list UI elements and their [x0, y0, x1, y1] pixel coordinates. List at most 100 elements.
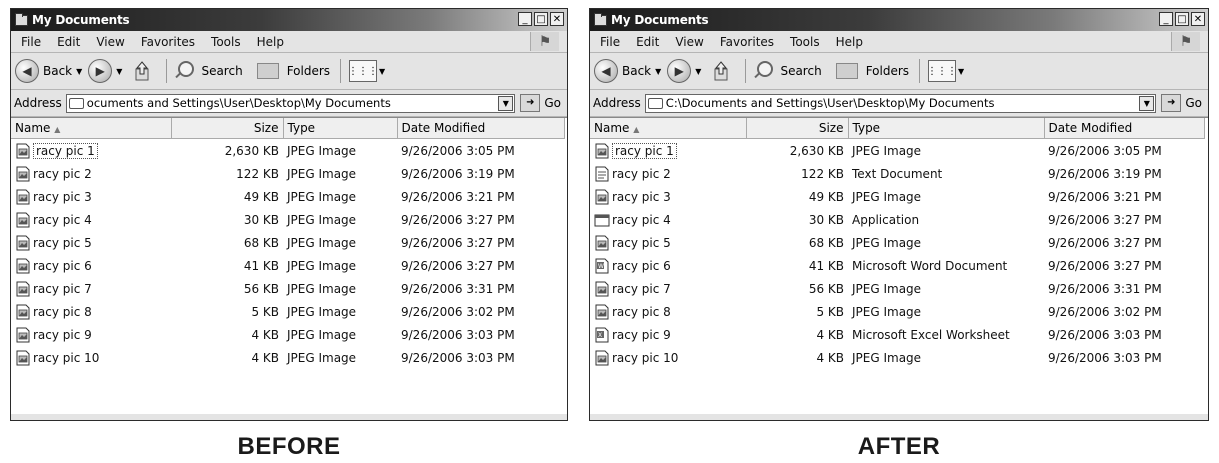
address-dropdown-icon[interactable]: ▼ [1139, 95, 1155, 111]
folders-button-label[interactable]: Folders [866, 64, 909, 78]
file-name[interactable]: racy pic 8 [594, 304, 742, 320]
file-name[interactable]: Xracy pic 9 [594, 327, 742, 343]
title-bar[interactable]: My Documents _ □ ✕ [590, 9, 1208, 31]
file-row[interactable]: Wracy pic 6 41 KB Microsoft Word Document 9… [590, 254, 1204, 277]
menu-view[interactable]: View [667, 35, 711, 49]
menu-favorites[interactable]: Favorites [133, 35, 203, 49]
file-name[interactable]: racy pic 9 [15, 327, 167, 343]
search-button-label[interactable]: Search [780, 64, 821, 78]
file-row[interactable]: racy pic 6 41 KB JPEG Image 9/26/2006 3:27 … [11, 254, 564, 277]
file-row[interactable]: racy pic 3 49 KB JPEG Image 9/26/2006 3:21 … [590, 185, 1204, 208]
menu-help[interactable]: Help [249, 35, 292, 49]
file-row[interactable]: racy pic 1 2,630 KB JPEG Image 9/26/2006 3:… [590, 139, 1204, 163]
file-name[interactable]: racy pic 2 [594, 166, 742, 182]
file-name-cell[interactable]: racy pic 5 [11, 231, 171, 254]
views-dropdown-icon[interactable]: ▼ [379, 67, 385, 76]
close-button[interactable]: ✕ [1191, 12, 1205, 26]
file-row[interactable]: racy pic 4 30 KB Application 9/26/2006 3:27… [590, 208, 1204, 231]
column-name[interactable]: Name ▲ [11, 118, 172, 139]
file-name[interactable]: racy pic 7 [594, 281, 742, 297]
file-row[interactable]: racy pic 2 122 KB Text Document 9/26/2006 3… [590, 162, 1204, 185]
file-row[interactable]: racy pic 1 2,630 KB JPEG Image 9/26/2006 3:… [11, 139, 564, 163]
file-name[interactable]: racy pic 6 [15, 258, 167, 274]
folders-button-label[interactable]: Folders [287, 64, 330, 78]
file-name-cell[interactable]: racy pic 4 [11, 208, 171, 231]
file-name[interactable]: racy pic 1 [594, 142, 742, 159]
forward-arrow-icon[interactable]: ▶ [88, 59, 113, 83]
column-type[interactable]: Type [848, 118, 1045, 139]
menu-help[interactable]: Help [828, 35, 871, 49]
forward-dropdown-icon[interactable]: ▼ [695, 67, 701, 76]
file-name-cell[interactable]: racy pic 2 [590, 162, 746, 185]
views-icon[interactable]: ⋮⋮⋮ [348, 60, 378, 82]
file-row[interactable]: racy pic 8 5 KB JPEG Image 9/26/2006 3:02 P… [590, 300, 1204, 323]
file-name[interactable]: racy pic 3 [15, 189, 167, 205]
file-name-cell[interactable]: racy pic 1 [11, 139, 171, 163]
search-icon[interactable] [173, 60, 195, 82]
go-button[interactable]: ➜ Go [1161, 94, 1202, 112]
file-name[interactable]: racy pic 10 [15, 350, 167, 366]
file-name-cell[interactable]: racy pic 2 [11, 162, 171, 185]
file-name-cell[interactable]: racy pic 5 [590, 231, 746, 254]
menu-file[interactable]: File [592, 35, 628, 49]
file-row[interactable]: racy pic 5 68 KB JPEG Image 9/26/2006 3:27 … [590, 231, 1204, 254]
address-input[interactable]: C:\Documents and Settings\User\Desktop\M… [644, 93, 1157, 113]
file-name[interactable]: racy pic 3 [594, 189, 742, 205]
back-dropdown-icon[interactable]: ▼ [655, 67, 661, 76]
file-name[interactable]: Wracy pic 6 [594, 258, 742, 274]
search-icon[interactable] [752, 60, 774, 82]
file-name-cell[interactable]: racy pic 3 [590, 185, 746, 208]
file-row[interactable]: racy pic 7 56 KB JPEG Image 9/26/2006 3:31 … [590, 277, 1204, 300]
file-row[interactable]: racy pic 7 56 KB JPEG Image 9/26/2006 3:31 … [11, 277, 564, 300]
column-name[interactable]: Name ▲ [590, 118, 747, 139]
menu-file[interactable]: File [13, 35, 49, 49]
menu-view[interactable]: View [88, 35, 132, 49]
file-name-cell[interactable]: racy pic 7 [590, 277, 746, 300]
back-dropdown-icon[interactable]: ▼ [76, 67, 82, 76]
forward-arrow-icon[interactable]: ▶ [667, 59, 692, 83]
up-folder-icon[interactable] [711, 59, 733, 83]
column-type[interactable]: Type [283, 118, 398, 139]
folders-icon[interactable] [256, 63, 279, 79]
views-dropdown-icon[interactable]: ▼ [958, 67, 964, 76]
file-name[interactable]: racy pic 1 [15, 142, 167, 159]
go-button[interactable]: ➜ Go [520, 94, 561, 112]
file-name[interactable]: racy pic 7 [15, 281, 167, 297]
file-name[interactable]: racy pic 5 [15, 235, 167, 251]
back-arrow-icon[interactable]: ◀ [15, 59, 39, 83]
column-date-modified[interactable]: Date Modified [397, 118, 565, 139]
forward-dropdown-icon[interactable]: ▼ [116, 67, 122, 76]
file-name[interactable]: racy pic 8 [15, 304, 167, 320]
title-bar[interactable]: My Documents _ □ ✕ [11, 9, 567, 31]
file-name[interactable]: racy pic 4 [15, 212, 167, 228]
menu-favorites[interactable]: Favorites [712, 35, 782, 49]
folders-icon[interactable] [835, 63, 858, 79]
file-name-cell[interactable]: racy pic 7 [11, 277, 171, 300]
minimize-button[interactable]: _ [1159, 12, 1173, 26]
file-name-cell[interactable]: racy pic 1 [590, 139, 746, 163]
file-name-cell[interactable]: Wracy pic 6 [590, 254, 746, 277]
back-arrow-icon[interactable]: ◀ [594, 59, 618, 83]
up-folder-icon[interactable] [132, 59, 154, 83]
file-row[interactable]: racy pic 8 5 KB JPEG Image 9/26/2006 3:02 P… [11, 300, 564, 323]
column-date-modified[interactable]: Date Modified [1044, 118, 1205, 139]
file-name-cell[interactable]: racy pic 8 [11, 300, 171, 323]
column-size[interactable]: Size [171, 118, 284, 139]
menu-edit[interactable]: Edit [49, 35, 88, 49]
file-row[interactable]: racy pic 2 122 KB JPEG Image 9/26/2006 3:19… [11, 162, 564, 185]
file-row[interactable]: racy pic 10 4 KB JPEG Image 9/26/2006 3:03 … [590, 346, 1204, 369]
file-name[interactable]: racy pic 4 [594, 212, 742, 228]
file-name-cell[interactable]: racy pic 4 [590, 208, 746, 231]
menu-tools[interactable]: Tools [782, 35, 828, 49]
file-name[interactable]: racy pic 10 [594, 350, 742, 366]
file-name[interactable]: racy pic 5 [594, 235, 742, 251]
menu-edit[interactable]: Edit [628, 35, 667, 49]
file-row[interactable]: racy pic 9 4 KB JPEG Image 9/26/2006 3:03 P… [11, 323, 564, 346]
address-dropdown-icon[interactable]: ▼ [498, 95, 514, 111]
file-name-cell[interactable]: racy pic 6 [11, 254, 171, 277]
file-name[interactable]: racy pic 2 [15, 166, 167, 182]
file-name-cell[interactable]: racy pic 10 [590, 346, 746, 369]
address-input[interactable]: ocuments and Settings\User\Desktop\My Do… [65, 93, 516, 113]
file-row[interactable]: racy pic 4 30 KB JPEG Image 9/26/2006 3:27 … [11, 208, 564, 231]
views-icon[interactable]: ⋮⋮⋮ [927, 60, 957, 82]
